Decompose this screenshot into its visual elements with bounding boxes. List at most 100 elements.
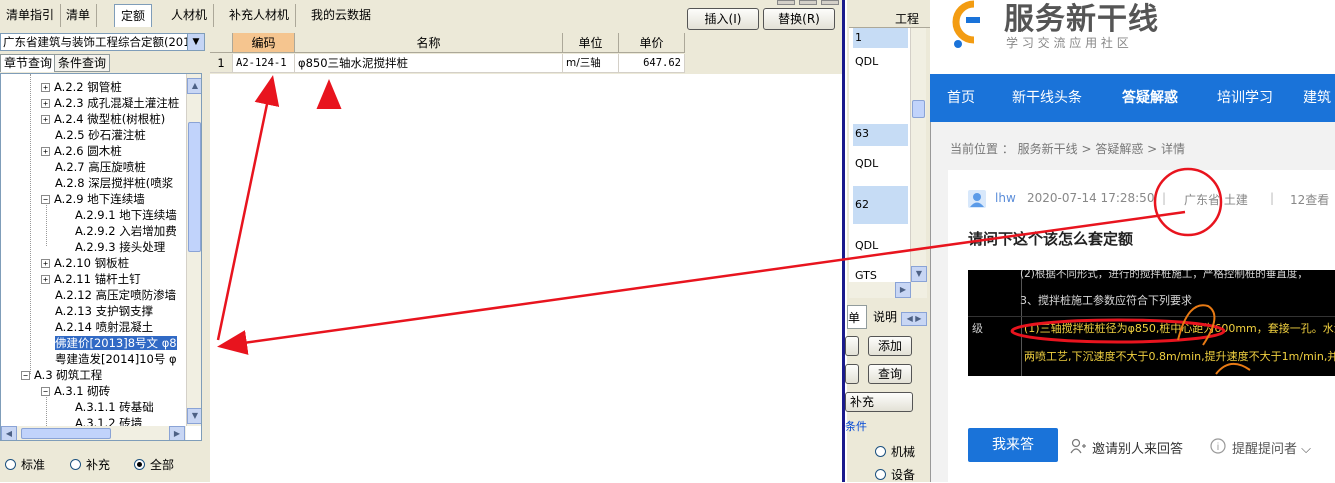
tree-node[interactable]: − A.3.1 砌砖 (41, 383, 110, 399)
tree-node[interactable]: 粤建造发[2014]10号 φ (55, 351, 177, 367)
add-button[interactable]: 添加 (868, 336, 912, 356)
expand-icon[interactable]: + (41, 259, 50, 268)
tab-supplement-labor-material[interactable]: 补充人材机 (223, 4, 297, 27)
site-logo-title[interactable]: 服务新干线 (1004, 0, 1159, 38)
list-vertical-scrollbar[interactable]: ▼ (910, 28, 927, 284)
list-cell[interactable]: QDL (853, 52, 908, 72)
post-author[interactable]: lhw (995, 191, 1016, 205)
grid-header-name[interactable]: 名称 (295, 33, 563, 53)
tree-node[interactable]: A.2.8 深层搅拌桩(喷浆 (55, 175, 173, 191)
tab-scroll-arrows-icon[interactable]: ◀ ▶ (901, 312, 927, 326)
table-cell-unit[interactable]: m/三轴 (563, 54, 619, 73)
grid-header-code[interactable]: 编码 (233, 33, 295, 53)
scroll-left-icon[interactable]: ◀ (1, 426, 17, 440)
post-region[interactable]: 广东省 土建 (1184, 191, 1248, 208)
list-cell[interactable]: 62 (853, 186, 908, 224)
radio-machine[interactable]: 机械 (875, 443, 915, 460)
list-cell[interactable]: QDL (853, 236, 908, 256)
tab-chapter-query[interactable]: 章节查询 (0, 54, 57, 72)
tree-node[interactable]: A.2.9.3 接头处理 (75, 239, 165, 255)
tab-my-cloud-data[interactable]: 我的云数据 (305, 4, 377, 27)
breadcrumb[interactable]: 当前位置 ： 服务新干线 > 答疑解惑 > 详情 (950, 140, 1185, 157)
nav-headlines[interactable]: 新干线头条 (1012, 74, 1082, 122)
answer-button[interactable]: 我来答 (968, 428, 1058, 462)
table-cell-name[interactable]: φ850三轴水泥搅拌桩 (295, 54, 563, 73)
list-cell[interactable]: 63 (853, 124, 908, 146)
scroll-down-icon[interactable]: ▼ (187, 408, 201, 424)
chevron-down-icon[interactable]: ▼ (187, 34, 204, 50)
tree-node[interactable]: − A.3 砌筑工程 (21, 367, 102, 383)
list-cell[interactable]: GTS (853, 270, 908, 282)
tree-node[interactable]: A.2.5 砂石灌注桩 (55, 127, 146, 143)
scroll-down-icon[interactable]: ▼ (911, 266, 927, 282)
grid-header-unit[interactable]: 单位 (563, 33, 619, 53)
insert-button[interactable]: 插入(I) (687, 8, 759, 30)
tree-vertical-scrollbar[interactable]: ▲ ▼ (186, 74, 201, 426)
collapse-icon[interactable]: − (21, 371, 30, 380)
table-cell-code[interactable]: A2-124-1 (233, 54, 295, 73)
tab-description[interactable]: 说明 (873, 305, 901, 329)
hscroll-thumb[interactable] (21, 428, 111, 439)
nav-training[interactable]: 培训学习 (1217, 74, 1273, 122)
tab-condition-query[interactable]: 条件查询 (54, 54, 111, 72)
scroll-thumb[interactable] (912, 100, 925, 118)
maximize-icon[interactable] (799, 0, 817, 5)
table-cell-price[interactable]: 647.62 (619, 54, 685, 73)
tree-node[interactable]: − A.2.9 地下连续墙 (41, 191, 145, 207)
expand-icon[interactable]: + (41, 275, 50, 284)
tree-node[interactable]: + A.2.3 成孔混凝土灌注桩 (41, 95, 179, 111)
user-avatar-icon[interactable] (968, 190, 986, 208)
nav-home[interactable]: 首页 (947, 74, 975, 122)
tree-node[interactable]: A.2.13 支护钢支撑 (55, 303, 153, 319)
tab-list[interactable]: 清单 (60, 4, 98, 27)
tree-horizontal-scrollbar[interactable]: ◀ ▶ (1, 426, 186, 440)
tree-node[interactable]: A.3.1.1 砖基础 (75, 399, 154, 415)
quota-library-select[interactable]: 广东省建筑与装饰工程综合定额(201 ▼ (0, 33, 205, 51)
radio-all[interactable]: 全部 (134, 456, 174, 473)
question-attachment-image[interactable]: 级 (2)根据不同形式，进行的搅拌桩施工，严格控制桩的垂直度， 3、搅拌桩施工参… (968, 270, 1335, 376)
nav-construction[interactable]: 建筑 (1303, 74, 1331, 122)
remind-asker-link[interactable]: 提醒提问者 ⌵ (1232, 438, 1311, 457)
close-icon[interactable] (821, 0, 839, 5)
tree-node[interactable]: + A.2.6 圆木桩 (41, 143, 122, 159)
expand-icon[interactable]: + (41, 115, 50, 124)
expand-icon[interactable]: + (41, 83, 50, 92)
tab-labor-material-machine[interactable]: 人材机 (165, 4, 215, 27)
partial-button[interactable] (845, 336, 859, 356)
tree-node[interactable]: + A.2.11 锚杆土钉 (41, 271, 141, 287)
partial-button[interactable] (845, 364, 859, 384)
scroll-up-icon[interactable]: ▲ (187, 78, 201, 94)
query-button[interactable]: 查询 (868, 364, 912, 384)
tab-list-guide[interactable]: 清单指引 (0, 4, 62, 27)
nav-qa[interactable]: 答疑解惑 (1122, 74, 1178, 122)
tab-bill[interactable]: 单 (847, 305, 867, 329)
scroll-thumb[interactable] (188, 122, 201, 252)
tree-node[interactable]: A.2.9.1 地下连续墙 (75, 207, 177, 223)
supplement-button[interactable]: 补充 (845, 392, 913, 412)
grid-header-price[interactable]: 单价 (619, 33, 685, 53)
replace-button[interactable]: 替换(R) (763, 8, 835, 30)
tree-node[interactable]: A.2.7 高压旋喷桩 (55, 159, 146, 175)
invite-answer-link[interactable]: 邀请别人来回答 (1092, 438, 1183, 457)
list-horizontal-scrollbar[interactable]: ▶ (849, 282, 927, 298)
radio-supplement[interactable]: 补充 (70, 456, 110, 473)
scroll-right-icon[interactable]: ▶ (895, 282, 911, 298)
tree-node[interactable]: + A.2.2 钢管桩 (41, 79, 122, 95)
tree-node[interactable]: + A.2.4 微型桩(树根桩) (41, 111, 165, 127)
expand-icon[interactable]: + (41, 147, 50, 156)
tree-node[interactable]: 佛建价[2013]8号文 φ8 (55, 335, 177, 351)
tree-node[interactable]: + A.2.10 钢板桩 (41, 255, 129, 271)
collapse-icon[interactable]: − (41, 387, 50, 396)
collapse-icon[interactable]: − (41, 195, 50, 204)
list-cell[interactable]: QDL (853, 154, 908, 174)
tree-node[interactable]: A.2.12 高压定喷防渗墙 (55, 287, 176, 303)
tree-node[interactable]: A.2.9.2 入岩增加费 (75, 223, 177, 239)
tab-quota[interactable]: 定额 (114, 4, 153, 27)
scroll-right-icon[interactable]: ▶ (169, 426, 185, 440)
minimize-icon[interactable] (777, 0, 795, 5)
radio-equipment[interactable]: 设备 (875, 466, 915, 483)
radio-standard[interactable]: 标准 (5, 456, 45, 473)
expand-icon[interactable]: + (41, 99, 50, 108)
tree-node[interactable]: A.2.14 喷射混凝土 (55, 319, 153, 335)
list-cell[interactable]: 1 (853, 28, 908, 48)
